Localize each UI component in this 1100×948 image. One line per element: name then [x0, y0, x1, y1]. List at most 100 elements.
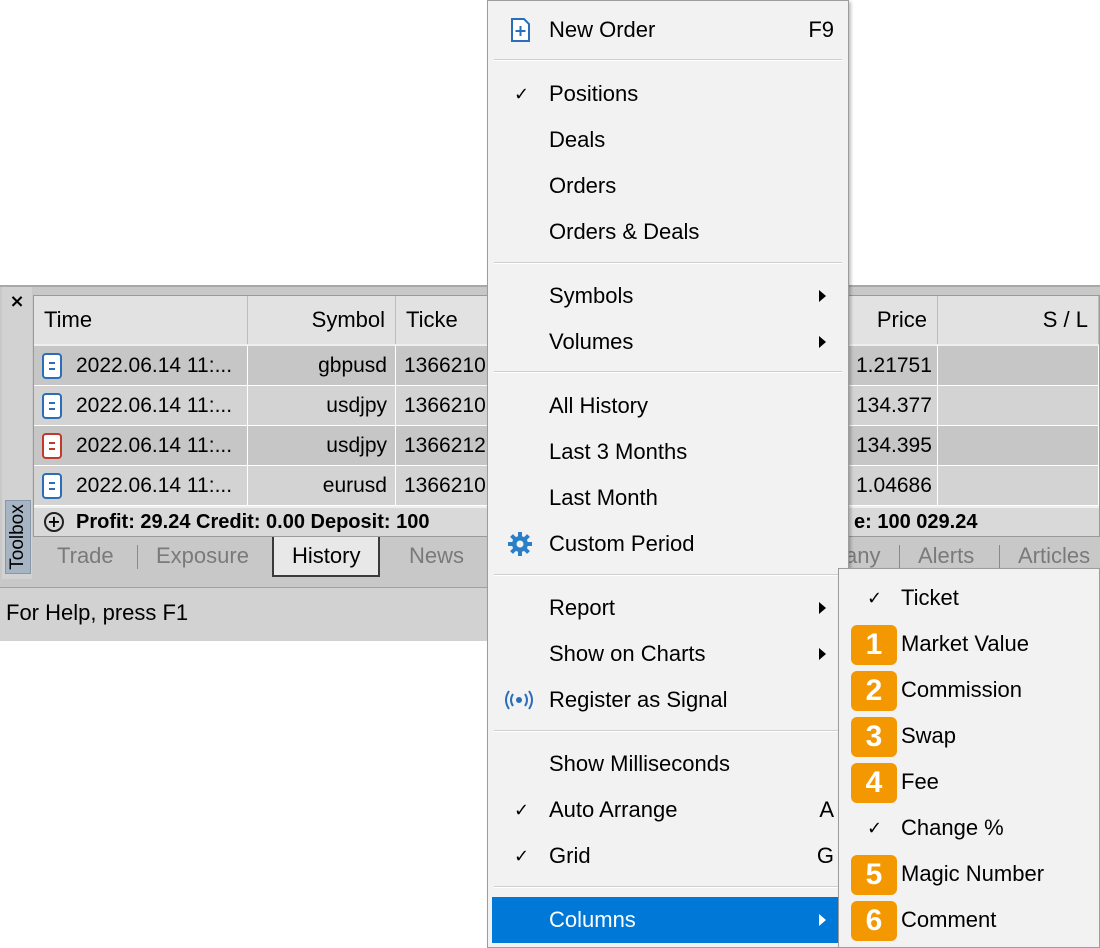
tab-separator — [899, 545, 900, 569]
number-badge: 1 — [851, 625, 897, 665]
menu-label: Report — [549, 595, 616, 620]
menu-item-show-milliseconds[interactable]: Show Milliseconds — [492, 741, 844, 787]
column-header-price[interactable]: Price — [848, 296, 938, 344]
submenu-arrow-icon — [819, 602, 826, 614]
menu-item-last-month[interactable]: Last Month — [492, 475, 844, 521]
menu-item-orders[interactable]: Orders — [492, 163, 844, 209]
menu-item-volumes[interactable]: Volumes — [492, 319, 844, 365]
submenu-item-commission[interactable]: 2 Commission — [843, 667, 1097, 713]
submenu-label: Ticket — [901, 585, 959, 610]
menu-item-report[interactable]: Report — [492, 585, 844, 631]
row-symbol: usdjpy — [248, 426, 396, 465]
menu-label: Positions — [549, 81, 639, 106]
signal-broadcast-icon — [505, 690, 533, 710]
submenu-item-magic-number[interactable]: 5 Magic Number — [843, 851, 1097, 897]
menu-item-register-signal[interactable]: Register as Signal — [492, 677, 844, 723]
doc-red-icon — [42, 433, 62, 459]
row-price: 1.04686 — [848, 466, 938, 505]
menu-label: Show on Charts — [549, 641, 706, 666]
number-badge: 3 — [851, 717, 897, 757]
menu-label: Custom Period — [549, 531, 695, 556]
doc-blue-icon — [42, 353, 62, 379]
menu-label: Register as Signal — [549, 687, 728, 712]
row-symbol: gbpusd — [248, 346, 396, 385]
submenu-label: Market Value — [901, 631, 1029, 656]
submenu-label: Change % — [901, 815, 1004, 840]
submenu-item-comment[interactable]: 6 Comment — [843, 897, 1097, 943]
submenu-label: Comment — [901, 907, 997, 932]
menu-item-positions[interactable]: ✓ Positions — [492, 71, 844, 117]
number-badge: 2 — [851, 671, 897, 711]
menu-item-custom-period[interactable]: Custom Period — [492, 521, 844, 567]
row-ticket: 1366212 — [396, 426, 488, 465]
menu-label: Columns — [549, 907, 636, 932]
check-icon: ✓ — [867, 818, 883, 838]
menu-item-grid[interactable]: ✓ Grid G — [492, 833, 844, 879]
menu-label: All History — [549, 393, 649, 418]
status-text: For Help, press F1 — [6, 600, 189, 625]
submenu-label: Commission — [901, 677, 1023, 702]
number-badge: 6 — [851, 901, 897, 941]
check-icon: ✓ — [514, 800, 530, 820]
menu-label: Orders — [549, 173, 617, 198]
menu-separator — [494, 886, 842, 888]
submenu-arrow-icon — [819, 290, 826, 302]
toolbox-side-label[interactable]: Toolbox — [5, 500, 31, 574]
menu-separator — [494, 59, 842, 61]
tab-trade[interactable]: Trade — [57, 537, 114, 577]
menu-item-deals[interactable]: Deals — [492, 117, 844, 163]
summary-left-text: Profit: 29.24 Credit: 0.00 Deposit: 100 — [76, 511, 430, 533]
row-symbol: usdjpy — [248, 386, 396, 425]
menu-label: Auto Arrange — [549, 797, 678, 822]
menu-item-new-order[interactable]: New Order F9 — [492, 7, 844, 53]
menu-shortcut: A — [819, 797, 834, 822]
menu-label: Volumes — [549, 329, 634, 354]
check-icon: ✓ — [867, 588, 883, 608]
history-context-menu: New Order F9 ✓ Positions Deals Orders Or… — [487, 0, 849, 948]
submenu-arrow-icon — [819, 648, 826, 660]
submenu-label: Swap — [901, 723, 957, 748]
menu-label: Deals — [549, 127, 606, 152]
toolbox-side-rail: × Toolbox — [2, 287, 32, 579]
submenu-item-change-pct[interactable]: ✓ Change % — [843, 805, 1097, 851]
menu-item-symbols[interactable]: Symbols — [492, 273, 844, 319]
new-order-icon — [511, 18, 530, 42]
menu-item-columns[interactable]: Columns — [492, 897, 844, 943]
menu-item-auto-arrange[interactable]: ✓ Auto Arrange A — [492, 787, 844, 833]
columns-submenu: ✓ Ticket 1 Market Value 2 Commission 3 S… — [838, 568, 1100, 948]
check-icon: ✓ — [514, 846, 530, 866]
number-badge: 4 — [851, 763, 897, 803]
tab-news[interactable]: News — [409, 537, 464, 577]
menu-item-all-history[interactable]: All History — [492, 383, 844, 429]
column-header-sl[interactable]: S / L — [938, 296, 1099, 344]
row-price: 1.21751 — [848, 346, 938, 385]
row-symbol: eurusd — [248, 466, 396, 505]
row-sl — [938, 386, 1099, 425]
menu-shortcut: F9 — [808, 17, 834, 42]
menu-label: Grid — [549, 843, 591, 868]
menu-separator — [494, 262, 842, 264]
menu-item-show-on-charts[interactable]: Show on Charts — [492, 631, 844, 677]
menu-item-orders-deals[interactable]: Orders & Deals — [492, 209, 844, 255]
menu-shortcut: G — [816, 843, 834, 868]
submenu-item-market-value[interactable]: 1 Market Value — [843, 621, 1097, 667]
menu-label: Symbols — [549, 283, 634, 308]
column-header-ticket[interactable]: Ticke — [396, 296, 488, 344]
submenu-item-swap[interactable]: 3 Swap — [843, 713, 1097, 759]
menu-label: New Order — [549, 17, 656, 42]
tab-separator — [137, 545, 138, 569]
submenu-item-fee[interactable]: 4 Fee — [843, 759, 1097, 805]
menu-label: Orders & Deals — [549, 219, 700, 244]
tab-exposure[interactable]: Exposure — [156, 537, 249, 577]
column-header-symbol[interactable]: Symbol — [248, 296, 396, 344]
column-header-time[interactable]: Time — [34, 296, 248, 344]
submenu-item-ticket[interactable]: ✓ Ticket — [843, 575, 1097, 621]
submenu-label: Magic Number — [901, 861, 1045, 886]
doc-blue-icon — [42, 473, 62, 499]
plus-circle-icon[interactable]: + — [44, 512, 64, 532]
tab-history[interactable]: History — [272, 537, 381, 577]
menu-label: Last 3 Months — [549, 439, 688, 464]
row-time: 2022.06.14 11:... — [76, 394, 233, 417]
menu-item-last-3-months[interactable]: Last 3 Months — [492, 429, 844, 475]
close-icon[interactable]: × — [6, 291, 28, 313]
